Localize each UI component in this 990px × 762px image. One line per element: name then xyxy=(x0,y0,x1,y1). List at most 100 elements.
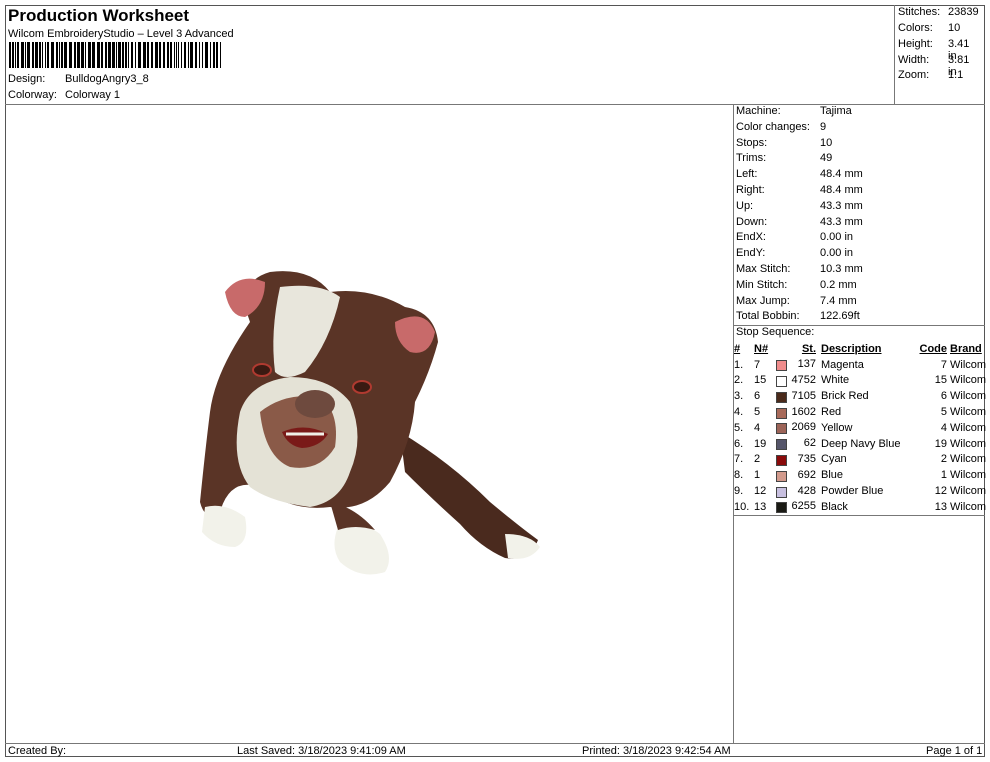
row-description: Magenta xyxy=(821,358,864,371)
barcode-bar xyxy=(27,42,30,68)
col-num: # xyxy=(734,342,741,355)
table-row: 5. 4 2069 Yellow 4 Wilcom xyxy=(734,420,990,436)
color-swatch xyxy=(776,391,787,403)
barcode-bar xyxy=(61,42,63,68)
machine-info-value: 0.2 mm xyxy=(820,278,857,291)
barcode-bar xyxy=(15,42,16,68)
stat-label: Colors: xyxy=(898,22,933,34)
machine-info-row: Total Bobbin: 122.69ft xyxy=(736,310,860,322)
bulldog-embroidery-image xyxy=(200,271,540,575)
barcode-bar xyxy=(118,42,121,68)
table-row: 1. 7 137 Magenta 7 Wilcom xyxy=(734,357,990,373)
barcode-bar xyxy=(167,42,169,68)
machine-info-row: Left: 48.4 mm xyxy=(736,168,863,180)
color-swatch xyxy=(776,375,787,387)
color-swatch xyxy=(776,454,787,466)
barcode-bar xyxy=(101,42,103,68)
last-saved: Last Saved: 3/18/2023 9:41:09 AM xyxy=(237,745,406,757)
machine-info-row: Right: 48.4 mm xyxy=(736,184,863,196)
machine-info-value: Tajima xyxy=(820,105,852,117)
barcode-bar xyxy=(184,42,186,68)
colorway-value: Colorway 1 xyxy=(65,89,121,101)
col-code: Code xyxy=(919,342,948,355)
barcode-bar xyxy=(81,42,84,68)
col-stitches: St. xyxy=(801,342,816,355)
row-needle: 19 xyxy=(754,437,767,450)
barcode-bar xyxy=(112,42,115,68)
row-description: Powder Blue xyxy=(821,485,884,498)
row-brand: Wilcom xyxy=(950,406,987,419)
row-brand: Wilcom xyxy=(950,358,987,371)
machine-info-label: Color changes: xyxy=(736,120,810,133)
barcode-bar xyxy=(205,42,208,68)
barcode-bar xyxy=(17,42,19,68)
row-stitches: 735 xyxy=(797,452,816,465)
barcode-bar xyxy=(181,42,182,68)
row-num: 4. xyxy=(734,406,744,419)
stat-label: Height: xyxy=(898,38,933,50)
barcode-bar xyxy=(176,42,177,68)
row-num: 6. xyxy=(734,437,744,450)
row-code: 19 xyxy=(934,437,947,450)
color-swatch xyxy=(776,502,787,514)
row-stitches: 137 xyxy=(797,358,816,371)
barcode-bar xyxy=(42,42,43,68)
row-stitches: 4752 xyxy=(791,373,816,386)
row-needle: 1 xyxy=(754,469,761,482)
barcode-bar xyxy=(151,42,153,68)
row-stitches: 1602 xyxy=(791,405,816,418)
stat-label: Width: xyxy=(898,54,930,66)
barcode-bar xyxy=(143,42,146,68)
machine-info-value: 0.00 in xyxy=(820,247,854,260)
row-stitches-cell: 4752 xyxy=(776,373,821,389)
stat-height: Height: 3.41 in xyxy=(898,38,969,62)
barcode-bar xyxy=(188,42,189,68)
footer-divider xyxy=(5,743,985,744)
table-row: 9. 12 428 Powder Blue 12 Wilcom xyxy=(734,483,990,499)
table-row: 4. 5 1602 Red 5 Wilcom xyxy=(734,404,990,420)
barcode-bar xyxy=(135,42,136,68)
machine-info-label: Up: xyxy=(736,199,754,212)
machine-info-row: EndX: 0.00 in xyxy=(736,231,853,243)
row-stitches: 6255 xyxy=(791,500,816,513)
row-brand: Wilcom xyxy=(950,485,987,498)
barcode-bar xyxy=(122,42,124,68)
barcode-bar xyxy=(202,42,203,68)
machine-info-value: 9 xyxy=(820,120,827,133)
machine-info-label: Max Stitch: xyxy=(736,263,791,275)
row-needle: 12 xyxy=(754,485,767,498)
row-stitches: 428 xyxy=(797,484,816,497)
barcode-bar xyxy=(216,42,218,68)
machine-info-label: Trims: xyxy=(736,152,767,165)
machine-info-value: 48.4 mm xyxy=(820,184,863,196)
row-num: 3. xyxy=(734,390,744,403)
row-brand: Wilcom xyxy=(950,390,987,403)
machine-info-label: Machine: xyxy=(736,105,781,117)
table-row: 3. 6 7105 Brick Red 6 Wilcom xyxy=(734,388,990,404)
barcode-bar xyxy=(64,42,67,68)
table-row: 8. 1 692 Blue 1 Wilcom xyxy=(734,467,990,483)
barcode-bar xyxy=(74,42,76,68)
barcode-bar xyxy=(174,42,175,68)
row-needle: 13 xyxy=(754,500,767,513)
row-stitches-cell: 1602 xyxy=(776,404,821,420)
row-needle: 6 xyxy=(754,390,761,403)
row-stitches-cell: 6255 xyxy=(776,499,821,515)
machine-info-row: Stops: 10 xyxy=(736,137,832,149)
color-swatch xyxy=(776,470,787,482)
row-stitches-cell: 692 xyxy=(776,467,821,483)
machine-info-value: 10.3 mm xyxy=(820,263,863,275)
table-row: 6. 19 62 Deep Navy Blue 19 Wilcom xyxy=(734,436,990,452)
color-swatch xyxy=(776,486,787,498)
color-swatch xyxy=(776,439,787,451)
row-num: 5. xyxy=(734,421,744,434)
design-label: Design: xyxy=(8,73,46,85)
design-value: BulldogAngry3_8 xyxy=(65,73,149,85)
barcode-bar xyxy=(59,42,60,68)
row-needle: 7 xyxy=(754,358,761,371)
barcode-bar xyxy=(88,42,91,68)
row-num: 10. xyxy=(734,500,750,513)
barcode-bar xyxy=(190,42,193,68)
barcode-bar xyxy=(69,42,72,68)
machine-info-row: Trims: 49 xyxy=(736,152,832,165)
